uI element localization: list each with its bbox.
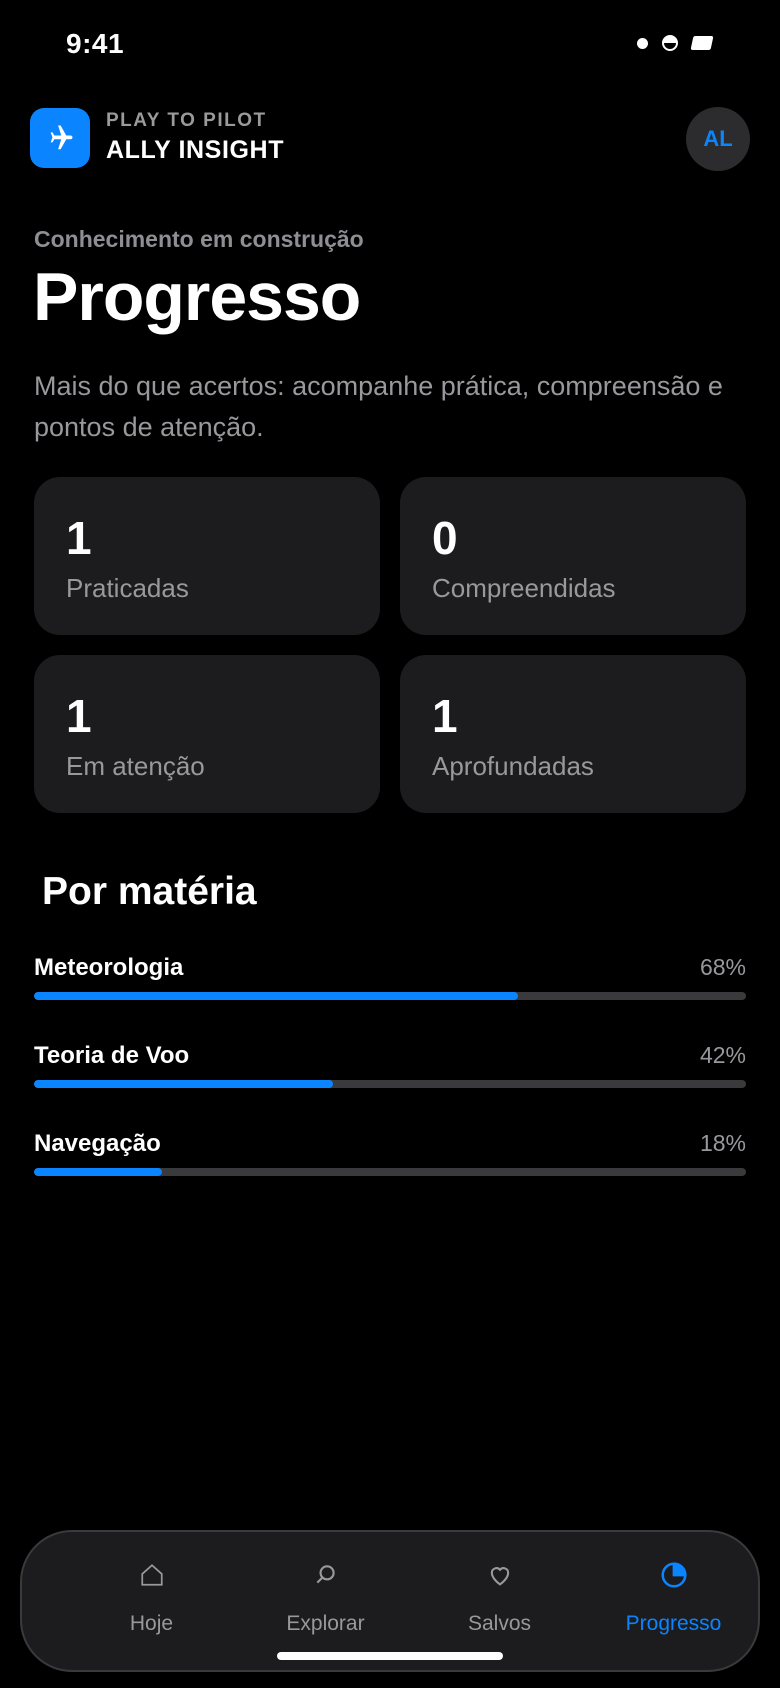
tab-progresso[interactable]: Progresso [586, 1532, 761, 1674]
stat-card-aprofundadas[interactable]: 1 Aprofundadas [400, 655, 746, 813]
progress-track [34, 1080, 746, 1088]
heart-icon [483, 1558, 517, 1592]
subject-row-navegacao[interactable]: Navegação 18% [34, 1130, 746, 1190]
progress-fill [34, 1168, 163, 1176]
search-icon [309, 1558, 343, 1592]
tab-label: Explorar [286, 1612, 365, 1635]
home-icon [135, 1558, 169, 1592]
page-kicker: Conhecimento em construção [34, 226, 364, 252]
tab-label: Progresso [625, 1612, 722, 1635]
progress-track [34, 1168, 746, 1176]
subject-percent: 68% [699, 954, 746, 980]
stat-label: Aprofundadas [432, 751, 594, 781]
tab-bar: Hoje Explorar Salvos Progresso [20, 1530, 760, 1672]
avatar[interactable]: AL [686, 107, 750, 171]
home-indicator [277, 1652, 503, 1660]
wifi-icon [662, 35, 678, 51]
progress-fill [34, 992, 519, 1000]
brand-subtitle: PLAY TO PILOT [106, 110, 267, 131]
stat-card-praticadas[interactable]: 1 Praticadas [34, 477, 380, 635]
airplane-icon [50, 125, 73, 150]
brand-title: ALLY INSIGHT [106, 136, 285, 164]
brand-logo [30, 108, 90, 168]
status-time: 9:41 [66, 28, 125, 59]
stat-label: Em atenção [66, 751, 205, 781]
battery-icon [690, 36, 714, 50]
status-icons [637, 35, 714, 51]
stat-value: 1 [66, 690, 92, 742]
subject-row-meteorologia[interactable]: Meteorologia 68% [34, 954, 746, 1014]
stat-label: Compreendidas [432, 573, 616, 603]
progress-track [34, 992, 746, 1000]
page-title: Progresso [33, 259, 361, 335]
subject-name: Teoria de Voo [34, 1042, 190, 1069]
subject-percent: 42% [699, 1042, 746, 1068]
subject-name: Navegação [34, 1130, 161, 1157]
subject-percent: 18% [699, 1130, 746, 1156]
stat-value: 1 [66, 512, 92, 564]
stat-card-compreendidas[interactable]: 0 Compreendidas [400, 477, 746, 635]
pie-chart-icon [657, 1558, 691, 1592]
signal-icon [637, 37, 648, 49]
stat-value: 0 [432, 512, 458, 564]
stat-value: 1 [432, 690, 458, 742]
stat-label: Praticadas [66, 573, 189, 603]
tab-label: Hoje [129, 1612, 174, 1635]
section-title: Por matéria [42, 870, 257, 913]
tab-label: Salvos [467, 1612, 532, 1635]
tab-hoje[interactable]: Hoje [64, 1532, 239, 1674]
subject-row-teoria-de-voo[interactable]: Teoria de Voo 42% [34, 1042, 746, 1102]
page-subtitle: Mais do que acertos: acompanhe prática, … [34, 371, 723, 442]
subject-name: Meteorologia [34, 954, 184, 981]
progress-fill [34, 1080, 334, 1088]
stat-card-em-atencao[interactable]: 1 Em atenção [34, 655, 380, 813]
